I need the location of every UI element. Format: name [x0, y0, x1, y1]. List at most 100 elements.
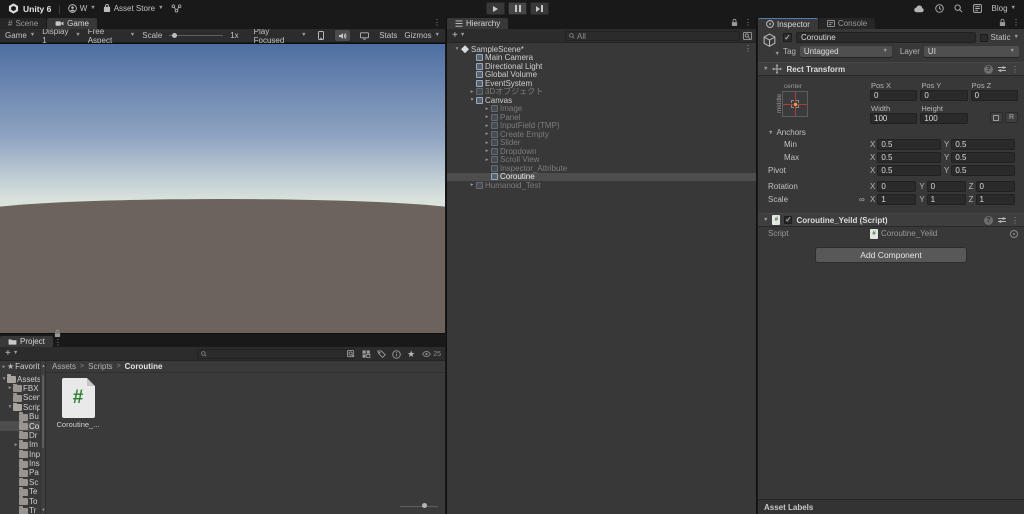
- create-asset-button[interactable]: +: [5, 349, 11, 359]
- tab-scene[interactable]: # Scene: [0, 18, 46, 29]
- add-component-button[interactable]: Add Component: [816, 248, 966, 262]
- hierarchy-row[interactable]: ▸Scroll View: [447, 156, 756, 165]
- anchor-preset-widget[interactable]: center middle: [768, 83, 824, 117]
- rect-transform-header[interactable]: ▼ Rect Transform ? ⋮: [758, 62, 1024, 76]
- scrollbar-thumb[interactable]: [42, 375, 44, 448]
- version-control-icon[interactable]: [171, 4, 182, 13]
- object-picker-icon[interactable]: [1010, 230, 1018, 238]
- row-options-icon[interactable]: ⋮: [744, 44, 752, 53]
- help-icon[interactable]: ?: [984, 216, 993, 225]
- history-icon[interactable]: [935, 4, 944, 13]
- foldout-icon[interactable]: ▾: [453, 46, 461, 52]
- tag-dropdown[interactable]: Untagged ▼: [800, 46, 892, 57]
- help-icon[interactable]: ?: [984, 65, 993, 74]
- tab-hierarchy[interactable]: Hierarchy: [447, 18, 508, 29]
- search-icon[interactable]: [954, 4, 963, 13]
- project-tree-row[interactable]: ▸FBX: [0, 384, 45, 393]
- tab-game[interactable]: Game: [47, 18, 97, 29]
- aspect-dropdown[interactable]: Free Aspect ▼: [88, 27, 136, 45]
- cloud-icon[interactable]: [914, 5, 925, 13]
- foldout-icon[interactable]: ▸: [483, 131, 491, 137]
- scale-x-field[interactable]: 1: [877, 194, 916, 205]
- thumbnail-size-slider[interactable]: [400, 502, 438, 510]
- gizmos-dropdown[interactable]: Gizmos ▼: [404, 31, 440, 40]
- hierarchy-row[interactable]: ▸Create Empty: [447, 130, 756, 139]
- width-field[interactable]: 100: [870, 113, 917, 124]
- foldout-icon[interactable]: ▸: [483, 114, 491, 120]
- active-checkbox[interactable]: ✓: [783, 33, 792, 42]
- hierarchy-row[interactable]: ▾Canvas: [447, 96, 756, 105]
- asset-item-coroutine-script[interactable]: # Coroutine_...: [55, 378, 101, 429]
- info-icon[interactable]: [392, 350, 401, 359]
- project-tree-row[interactable]: To: [0, 496, 45, 505]
- project-tree-row[interactable]: Dr: [0, 431, 45, 440]
- foldout-icon[interactable]: ▸: [483, 148, 491, 154]
- pivot-y-field[interactable]: 0.5: [951, 165, 1015, 176]
- foldout-icon[interactable]: ▸: [483, 140, 491, 146]
- lock-icon[interactable]: [731, 18, 738, 27]
- project-tree-row[interactable]: Ins: [0, 459, 45, 468]
- vsync-button[interactable]: [357, 30, 372, 41]
- play-focus-dropdown[interactable]: Play Focused ▼: [254, 27, 307, 45]
- hierarchy-row[interactable]: ▸InputField (TMP): [447, 122, 756, 131]
- create-object-button[interactable]: +: [452, 31, 458, 41]
- game-viewport[interactable]: [0, 43, 445, 333]
- hierarchy-row[interactable]: Directional Light: [447, 62, 756, 71]
- foldout-icon[interactable]: ▸: [483, 106, 491, 112]
- anchors-foldout[interactable]: ▼ Anchors: [766, 128, 870, 137]
- component-menu-icon[interactable]: ⋮: [1011, 216, 1019, 225]
- tab-inspector[interactable]: Inspector: [758, 18, 818, 29]
- pause-button[interactable]: [508, 2, 527, 15]
- game-mode-dropdown[interactable]: Game ▼: [5, 31, 35, 40]
- gameobject-name-field[interactable]: Coroutine: [796, 32, 976, 43]
- hierarchy-row[interactable]: ▸3Dオブジェクト: [447, 88, 756, 97]
- hierarchy-row[interactable]: ▸Panel: [447, 113, 756, 122]
- blog-menu[interactable]: Blog ▼: [992, 4, 1016, 13]
- hierarchy-row[interactable]: ▾SampleScene*⋮: [447, 45, 756, 54]
- anchor-max-y-field[interactable]: 0.5: [951, 152, 1015, 163]
- pos-y-field[interactable]: 0: [920, 90, 967, 101]
- hierarchy-search-input[interactable]: All: [565, 31, 740, 41]
- rotation-y-field[interactable]: 0: [927, 181, 966, 192]
- presets-icon[interactable]: [998, 216, 1006, 224]
- pivot-x-field[interactable]: 0.5: [877, 165, 941, 176]
- lock-icon[interactable]: [999, 18, 1006, 27]
- scale-slider-thumb[interactable]: [172, 33, 177, 38]
- rotation-x-field[interactable]: 0: [877, 181, 916, 192]
- project-content-area[interactable]: # Coroutine_...: [46, 373, 445, 514]
- search-by-type-icon[interactable]: [362, 350, 371, 358]
- anchor-max-x-field[interactable]: 0.5: [877, 152, 941, 163]
- pos-z-field[interactable]: 0: [971, 90, 1018, 101]
- hierarchy-row[interactable]: ▸Image: [447, 105, 756, 114]
- search-by-label-icon[interactable]: [377, 350, 386, 358]
- mute-audio-button[interactable]: [335, 30, 350, 41]
- hierarchy-row[interactable]: Global Volume: [447, 71, 756, 80]
- scale-slider[interactable]: [169, 31, 223, 40]
- hierarchy-row[interactable]: Main Camera: [447, 54, 756, 63]
- presets-icon[interactable]: [998, 65, 1006, 73]
- script-component-header[interactable]: ▼ # ✓ Coroutine_Yeild (Script) ? ⋮: [758, 213, 1024, 227]
- hierarchy-row[interactable]: Inspector_Attribute: [447, 164, 756, 173]
- foldout-icon[interactable]: ▼: [763, 66, 768, 72]
- panel-menu-icon[interactable]: ⋮: [744, 18, 752, 27]
- scroll-up-icon[interactable]: ▲: [41, 363, 46, 368]
- hierarchy-row[interactable]: Coroutine: [447, 173, 756, 182]
- layer-dropdown[interactable]: UI ▼: [924, 46, 1019, 57]
- foldout-icon[interactable]: ▸: [483, 123, 491, 129]
- raw-edit-mode-button[interactable]: R: [1005, 112, 1018, 123]
- panel-menu-icon[interactable]: ⋮: [1012, 18, 1020, 27]
- pos-x-field[interactable]: 0: [870, 90, 917, 101]
- project-search-input[interactable]: [197, 349, 355, 359]
- project-tree-row[interactable]: Sc: [0, 478, 45, 487]
- project-tree-row[interactable]: ▸Im: [0, 440, 45, 449]
- project-tree-row[interactable]: ▾Assets: [0, 374, 45, 383]
- asset-store-menu[interactable]: Asset Store ▼: [103, 4, 164, 13]
- project-tree-row[interactable]: Bu: [0, 412, 45, 421]
- scale-y-field[interactable]: 1: [927, 194, 966, 205]
- project-tree-row[interactable]: Scen: [0, 393, 45, 402]
- static-checkbox[interactable]: [980, 34, 988, 42]
- project-tree-row[interactable]: ▾Scrip: [0, 403, 45, 412]
- hierarchy-row[interactable]: ▸Humanoid_Test: [447, 181, 756, 190]
- tab-console[interactable]: Console: [819, 18, 875, 29]
- foldout-icon[interactable]: ▼: [763, 217, 768, 223]
